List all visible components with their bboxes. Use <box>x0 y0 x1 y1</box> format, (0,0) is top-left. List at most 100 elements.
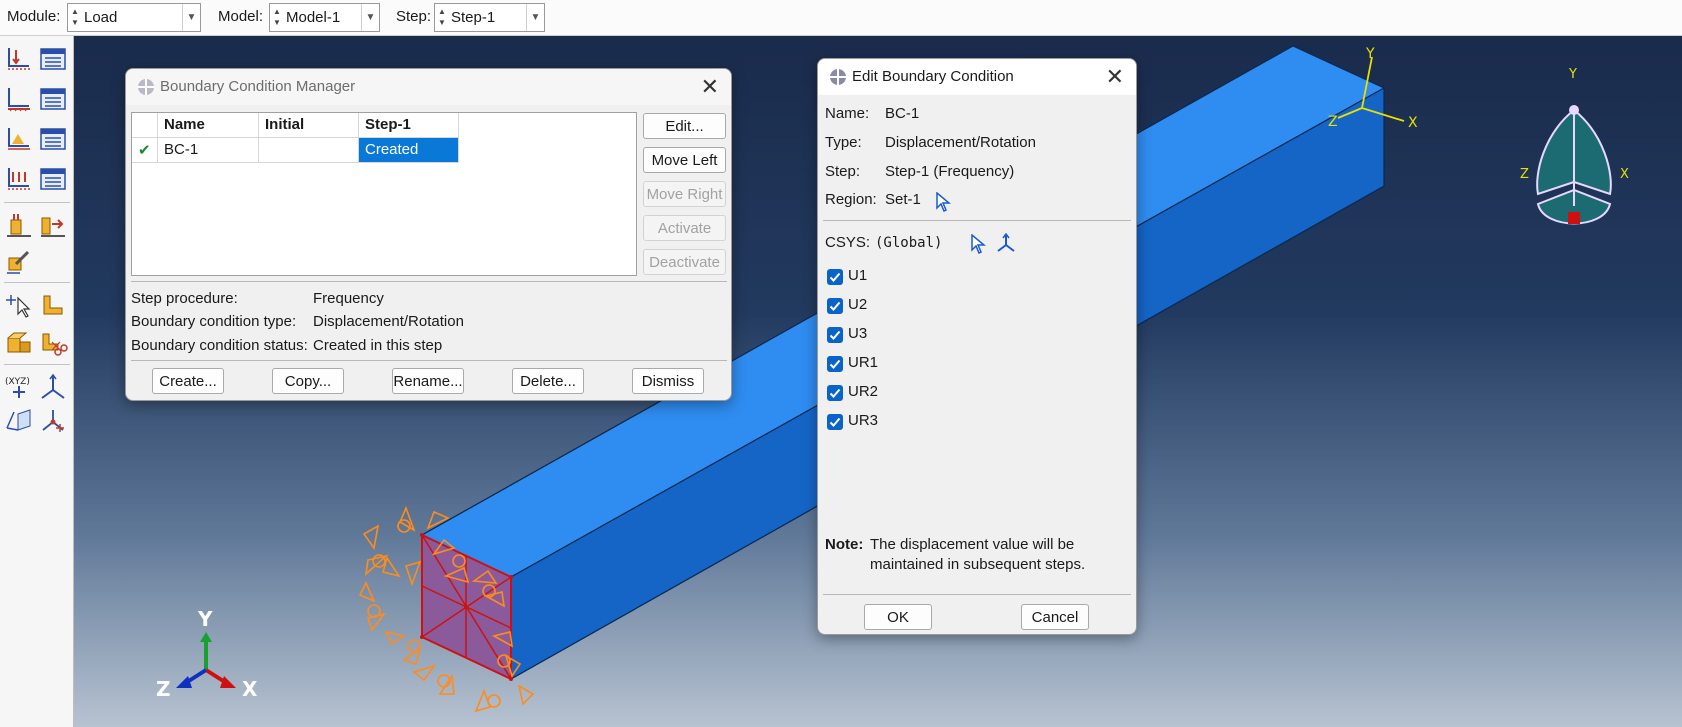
dof-label-ur3[interactable]: UR3 <box>848 412 878 429</box>
spin-arrows-icon[interactable]: ▲ ▼ <box>70 7 80 28</box>
table-row[interactable]: ✔ BC-1 Created <box>132 138 636 163</box>
col-header-initial[interactable]: Initial <box>259 113 359 138</box>
checkmark-icon <box>829 272 841 282</box>
region-label: Region: <box>825 191 877 208</box>
name-value: BC-1 <box>885 105 920 122</box>
special-tool-icon[interactable] <box>4 210 34 240</box>
local-x-label: X <box>1408 115 1418 131</box>
connector-tool-icon[interactable] <box>38 210 68 240</box>
create-predefined-field-icon[interactable] <box>4 124 34 154</box>
checkbox-ur1[interactable] <box>827 356 843 372</box>
close-icon[interactable]: ✕ <box>1106 64 1124 90</box>
chevron-down-icon[interactable]: ▼ <box>182 4 200 31</box>
bc-table-header: Name Initial Step-1 <box>132 113 636 138</box>
step-value: Step-1 <box>451 9 496 26</box>
triad-x-label: X <box>242 677 258 701</box>
ok-button[interactable]: OK <box>864 604 932 630</box>
module-combo[interactable]: ▲ ▼ Load ▼ <box>67 3 201 32</box>
svg-text:(XYZ): (XYZ) <box>5 377 30 387</box>
edit-bc-dialog: Edit Boundary Condition ✕ Name: BC-1 Typ… <box>817 58 1137 635</box>
col-header-name[interactable]: Name <box>158 113 259 138</box>
name-label: Name: <box>825 105 870 122</box>
step-combo[interactable]: ▲ ▼ Step-1 ▼ <box>434 3 545 32</box>
bc-manager-titlebar[interactable]: Boundary Condition Manager ✕ <box>126 69 731 105</box>
cut-tool-icon[interactable] <box>38 328 68 358</box>
view-y-label: Y <box>1568 67 1577 82</box>
dof-label-ur1[interactable]: UR1 <box>848 354 878 371</box>
csys-value: (Global) <box>875 235 943 251</box>
region-value: Set-1 <box>885 191 921 208</box>
feature-tool-icon[interactable] <box>38 290 68 320</box>
col-header-step-1[interactable]: Step-1 <box>359 113 459 138</box>
chevron-down-icon[interactable]: ▼ <box>526 4 544 31</box>
datum-csys-icon[interactable] <box>38 372 68 402</box>
datum-point-icon[interactable]: (XYZ) <box>4 372 34 402</box>
rename-button[interactable]: Rename... <box>392 368 464 394</box>
edit-bc-titlebar[interactable]: Edit Boundary Condition ✕ <box>818 59 1136 95</box>
create-csys-icon[interactable] <box>996 233 1016 253</box>
create-load-case-icon[interactable] <box>4 164 34 194</box>
close-icon[interactable]: ✕ <box>701 74 719 100</box>
dof-label-u2[interactable]: U2 <box>848 296 867 313</box>
create-load-icon[interactable] <box>4 44 34 74</box>
view-cube <box>1536 105 1612 225</box>
check-icon: ✔ <box>132 138 158 163</box>
create-bc-icon[interactable] <box>4 84 34 114</box>
checkbox-ur2[interactable] <box>827 385 843 401</box>
divider <box>823 594 1131 595</box>
load-manager-icon[interactable] <box>38 44 68 74</box>
move-right-button[interactable]: Move Right <box>643 181 726 207</box>
checkbox-u3[interactable] <box>827 327 843 343</box>
view-z-label: Z <box>1520 167 1529 182</box>
model-label: Model: <box>218 8 264 25</box>
dof-label-u1[interactable]: U1 <box>848 267 867 284</box>
toolbox: (XYZ) <box>0 36 74 727</box>
type-label: Type: <box>825 134 862 151</box>
datum-plane-icon[interactable] <box>4 406 34 436</box>
deactivate-button[interactable]: Deactivate <box>643 249 726 275</box>
spin-arrows-icon[interactable]: ▲ ▼ <box>272 7 282 28</box>
step-procedure-value: Frequency <box>313 290 384 307</box>
checkbox-u1[interactable] <box>827 269 843 285</box>
bc-manager-icon[interactable] <box>38 84 68 114</box>
checkbox-ur3[interactable] <box>827 414 843 430</box>
dismiss-button[interactable]: Dismiss <box>632 368 704 394</box>
checkbox-u2[interactable] <box>827 298 843 314</box>
pick-region-arrow-icon[interactable] <box>935 192 951 212</box>
copy-button[interactable]: Copy... <box>272 368 344 394</box>
dof-label-ur2[interactable]: UR2 <box>848 383 878 400</box>
bc-status-value: Created in this step <box>313 337 443 354</box>
dof-label-u3[interactable]: U3 <box>848 325 867 342</box>
view-x-label: X <box>1620 167 1629 182</box>
edit-bc-title: Edit Boundary Condition <box>852 68 1014 85</box>
bc-manager-dialog: Boundary Condition Manager ✕ Name Initia… <box>125 68 732 401</box>
activate-button[interactable]: Activate <box>643 215 726 241</box>
edit-button[interactable]: Edit... <box>643 113 726 139</box>
note-text-line1: The displacement value will be <box>870 536 1075 553</box>
create-button[interactable]: Create... <box>152 368 224 394</box>
module-label: Module: <box>7 8 61 25</box>
chevron-down-icon[interactable]: ▼ <box>361 4 379 31</box>
bc-type-label: Boundary condition type: <box>131 313 297 330</box>
edit-attribute-icon[interactable] <box>4 246 34 276</box>
field-manager-icon[interactable] <box>38 124 68 154</box>
pick-csys-arrow-icon[interactable] <box>970 234 986 254</box>
model-combo[interactable]: ▲ ▼ Model-1 ▼ <box>269 3 380 32</box>
move-left-button[interactable]: Move Left <box>643 147 726 173</box>
row-name[interactable]: BC-1 <box>158 138 259 163</box>
bc-type-value: Displacement/Rotation <box>313 313 464 330</box>
check-col-header <box>132 113 158 138</box>
step-value: Step-1 (Frequency) <box>885 163 1015 180</box>
cancel-button[interactable]: Cancel <box>1021 604 1089 630</box>
partition-tool-icon[interactable] <box>4 328 34 358</box>
row-initial[interactable] <box>259 138 359 163</box>
note-text-line2: maintained in subsequent steps. <box>870 556 1086 573</box>
delete-button[interactable]: Delete... <box>512 368 584 394</box>
toolbox-divider <box>4 364 70 365</box>
row-step-1-cell[interactable]: Created <box>359 138 459 163</box>
checkmark-icon <box>829 388 841 398</box>
load-case-manager-icon[interactable] <box>38 164 68 194</box>
query-pick-icon[interactable] <box>4 290 34 320</box>
spin-arrows-icon[interactable]: ▲ ▼ <box>437 7 447 28</box>
datum-axis-icon[interactable] <box>38 406 68 436</box>
